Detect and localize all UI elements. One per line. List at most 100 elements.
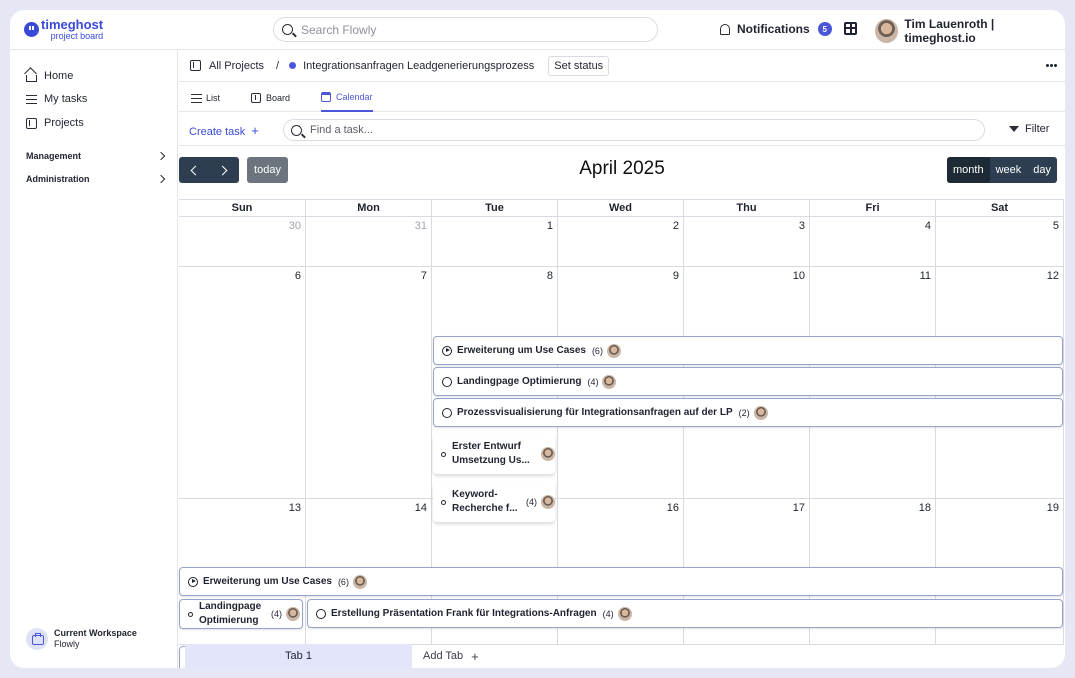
add-tab-label: Add Tab — [423, 650, 464, 662]
day-number: 11 — [919, 270, 931, 282]
bell-icon — [720, 23, 730, 35]
logo-text-sub: project board — [50, 31, 104, 41]
breadcrumb-project[interactable]: Integrationsanfragen Leadgenerierungspro… — [303, 60, 534, 72]
tab-label: Calendar — [336, 91, 373, 102]
calendar-event[interactable]: Erster Entwurf Umsetzung Us... — [433, 434, 555, 474]
day-number: 18 — [918, 502, 931, 514]
calendar-event[interactable]: Erweiterung um Use Cases (6) — [179, 567, 1063, 596]
event-title: Keyword-Recherche f... — [452, 489, 518, 514]
filter-button[interactable]: Filter — [1009, 123, 1049, 135]
create-task-label: Create task — [189, 126, 246, 138]
user-menu[interactable]: Tim Lauenroth | timeghost.io — [875, 17, 1065, 45]
play-circle-icon — [442, 345, 452, 356]
day-number: 31 — [414, 220, 427, 232]
day-number: 17 — [792, 502, 805, 514]
view-day-button[interactable]: day — [1027, 157, 1057, 183]
event-subtask-count: (4) — [271, 609, 282, 619]
sidebar-group-management[interactable]: Management — [26, 151, 166, 161]
day-number: 1 — [546, 220, 553, 232]
logo[interactable]: timeghost project board — [24, 17, 104, 41]
chevron-right-icon — [156, 174, 166, 184]
weekday-header: Mon — [306, 200, 432, 217]
event-subtask-count: (6) — [337, 576, 349, 587]
create-task-button[interactable]: Create task + — [189, 123, 259, 138]
sidebar-item-label: Projects — [44, 117, 84, 129]
view-tabs: List Board Calendar — [179, 83, 1065, 112]
logo-text-main: timeghost — [41, 17, 104, 32]
day-number: 12 — [1046, 270, 1059, 282]
tab-list[interactable]: List — [191, 83, 220, 112]
sidebar-item-home[interactable]: Home — [26, 70, 73, 82]
event-title: Landingpage Optimierung — [199, 601, 262, 626]
workspace-name: Flowly — [54, 639, 80, 649]
event-subtask-count: (4) — [587, 376, 599, 387]
sidebar-item-my-tasks[interactable]: My tasks — [26, 93, 87, 105]
calendar-event[interactable]: Landingpage Optimierung (4) — [179, 599, 303, 629]
assignee-avatar — [352, 574, 367, 589]
day-cell[interactable]: 3 — [684, 217, 810, 267]
weekday-header: Fri — [810, 200, 936, 217]
tab-1[interactable]: Tab 1 — [185, 644, 412, 668]
sidebar: Home My tasks Projects Management Admini… — [10, 50, 178, 668]
day-number: 7 — [420, 270, 427, 282]
find-task-input[interactable]: Find a task... — [283, 119, 985, 141]
view-week-button[interactable]: week — [990, 157, 1028, 183]
calendar-event[interactable]: Prozessvisualisierung für Integrationsan… — [433, 398, 1063, 427]
day-cell[interactable]: 2 — [558, 217, 684, 267]
event-subtask-count: (2) — [738, 407, 750, 418]
day-cell[interactable]: 30 — [179, 217, 306, 267]
day-number: 30 — [288, 220, 301, 232]
more-options-icon[interactable] — [1050, 64, 1053, 67]
assignee-avatar — [541, 495, 555, 509]
notifications-button[interactable]: Notifications 5 — [720, 22, 832, 36]
sidebar-group-administration[interactable]: Administration — [26, 174, 166, 184]
day-number: 9 — [672, 270, 679, 282]
calendar-event[interactable]: Landingpage Optimierung (4) — [433, 367, 1063, 396]
day-cell[interactable]: 7 — [306, 267, 432, 499]
calendar-grid: Sun Mon Tue Wed Thu Fri Sat 30 31 1 2 3 4 5 6 7 8 9 10 11 12… — [179, 199, 1064, 668]
status-circle-icon — [188, 611, 193, 617]
sidebar-item-label: Home — [44, 70, 74, 82]
day-cell[interactable]: 4 — [810, 217, 936, 267]
event-title: Erweiterung um Use Cases — [203, 576, 332, 587]
view-month-button[interactable]: month — [947, 157, 990, 183]
day-number: 8 — [546, 270, 553, 282]
day-cell[interactable]: 6 — [179, 267, 306, 499]
project-icon — [26, 117, 37, 129]
calendar-event[interactable]: Erweiterung um Use Cases (6) — [433, 336, 1063, 365]
calendar-event[interactable]: Erstellung Präsentation Frank für Integr… — [307, 599, 1063, 628]
tab-board[interactable]: Board — [251, 83, 290, 112]
assignee-avatar — [606, 343, 621, 358]
event-title: Erstellung Präsentation Frank für Integr… — [331, 608, 597, 619]
add-tab-button[interactable]: Add Tab + — [423, 644, 479, 668]
notifications-label: Notifications — [737, 22, 810, 36]
search-icon — [282, 24, 293, 35]
event-title: Landingpage Optimierung — [457, 376, 582, 387]
workspace-switcher[interactable]: Current Workspace Flowly — [26, 628, 137, 650]
task-toolbar: Create task + Find a task... Filter — [179, 113, 1065, 146]
day-number: 6 — [294, 270, 301, 282]
day-cell[interactable]: 31 — [306, 217, 432, 267]
day-cell[interactable]: 5 — [936, 217, 1064, 267]
tab-calendar[interactable]: Calendar — [321, 83, 373, 112]
status-circle-icon — [442, 376, 452, 387]
filter-icon — [1009, 126, 1019, 132]
assignee-avatar — [541, 447, 555, 461]
find-task-placeholder: Find a task... — [310, 124, 373, 136]
calendar-event[interactable]: Keyword-Recherche f... (4) — [433, 482, 555, 522]
app-window: timeghost project board Search Flowly No… — [10, 10, 1065, 668]
status-circle-icon — [316, 608, 326, 619]
main-content: All Projects / Integrationsanfragen Lead… — [179, 50, 1065, 668]
bottom-tabs: Tab 1 Add Tab + — [179, 644, 1065, 668]
breadcrumb-separator: / — [276, 59, 280, 72]
calendar-view-switch: month week day — [947, 157, 1058, 183]
status-circle-icon — [442, 407, 452, 418]
day-cell[interactable]: 1 — [432, 217, 558, 267]
sidebar-item-projects[interactable]: Projects — [26, 117, 84, 129]
list-icon — [191, 93, 202, 103]
gift-icon[interactable] — [844, 22, 857, 35]
global-search-input[interactable]: Search Flowly — [273, 17, 658, 42]
ghost-logo-icon — [24, 22, 39, 37]
breadcrumb-all-projects[interactable]: All Projects — [209, 60, 264, 72]
set-status-button[interactable]: Set status — [548, 55, 610, 76]
